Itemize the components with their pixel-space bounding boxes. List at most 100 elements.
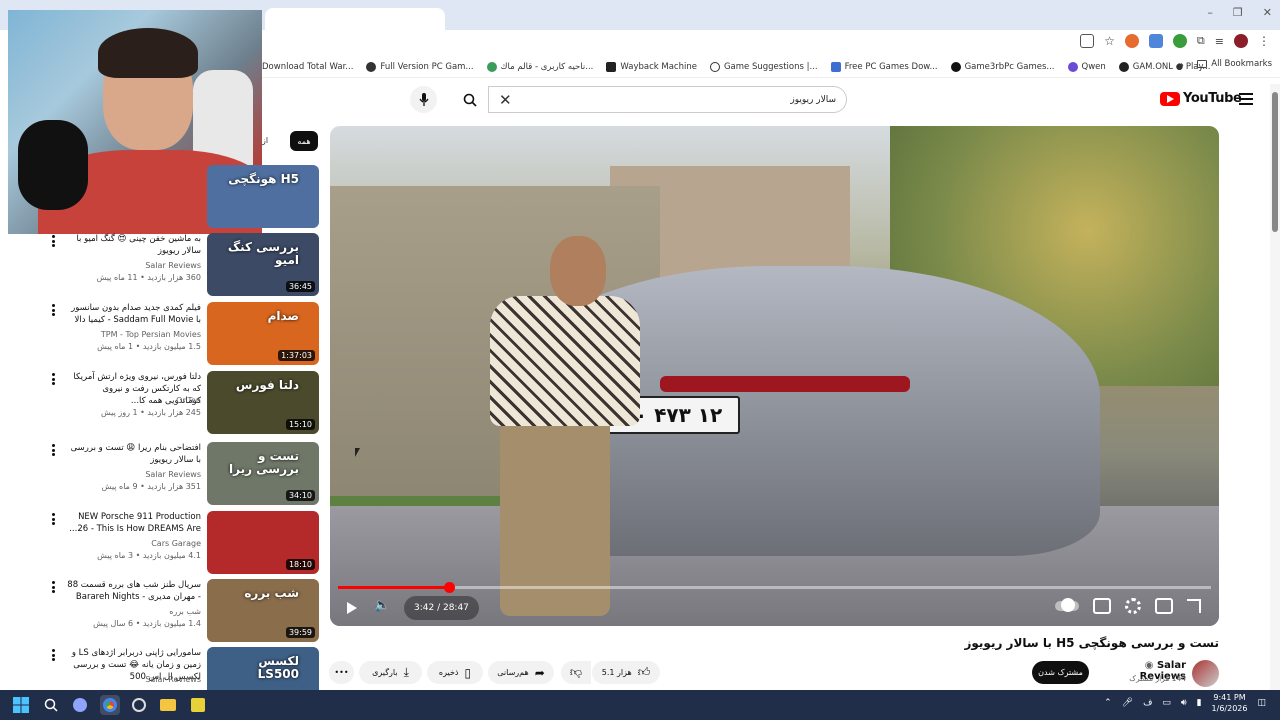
extension-icon-2[interactable] [1148,34,1163,48]
browser-menu-icon[interactable]: ⋮ [1258,34,1270,48]
profile-avatar[interactable] [1234,34,1248,48]
minimize-icon[interactable]: – [1207,6,1213,19]
related-video-title[interactable]: افتضاحی بنام ریرا 😩 تست و بررسی با سالار… [66,442,201,466]
clock[interactable]: 9:41 PM 1/6/2026 [1212,692,1248,714]
taskbar-app-icon[interactable] [70,695,90,715]
more-options-icon[interactable] [52,304,56,316]
bookmark-item[interactable]: Game Suggestions |... [709,61,818,72]
bookmark-item[interactable]: Free PC Games Dow... [830,61,938,72]
fullscreen-icon[interactable] [1187,599,1201,613]
subscribe-button[interactable]: مشترک شدن [1032,661,1089,684]
video-thumbnail[interactable]: 18:10 [207,511,319,574]
related-video-channel[interactable]: شب برره [66,607,201,616]
chrome-icon[interactable] [100,695,120,715]
scrollbar-thumb[interactable] [1272,92,1278,232]
bookmark-star-icon[interactable]: ☆ [1104,34,1115,48]
like-button[interactable]: 5.1 هزار 👍︎ [592,661,660,684]
volume-icon[interactable]: 🔈 [374,598,396,618]
more-options-icon[interactable] [52,513,56,525]
browser-tab[interactable] [265,8,445,30]
bookmark-item[interactable]: Full Version PC Gam... [366,61,474,72]
battery-icon[interactable]: ▮ [1197,698,1202,708]
download-button[interactable]: بارگیری ⤓ [359,661,422,684]
related-video-channel[interactable]: Cars Garage [66,539,201,548]
related-video-item[interactable]: NEW Porsche 911 Production 26 - This Is … [0,511,322,579]
dislike-button[interactable]: 👎︎ [561,661,591,684]
related-video-title[interactable]: فیلم کمدی جدید صدام بدون سانسور با Sadda… [66,302,201,326]
related-video-item[interactable]: به ماشین خفن چینی 😍 گنگ امیو با سالار ری… [0,233,322,301]
related-video-channel[interactable]: TPM - Top Persian Movies [66,330,201,339]
bookmarks-overflow-icon[interactable]: » [1178,60,1184,71]
related-video-item[interactable]: سریال طنز شب های برره قسمت 88 - مهران مد… [0,579,322,647]
thumbnail-text: صدام [267,309,299,323]
youtube-logo[interactable]: YouTube [1160,91,1242,106]
clear-search-icon[interactable]: ✕ [499,91,512,109]
progress-bar[interactable] [338,582,1211,593]
video-thumbnail[interactable]: شب برره 39:59 [207,579,319,642]
taskbar-search-icon[interactable] [41,695,61,715]
progress-scrubber[interactable] [443,582,455,593]
extension-icon-3[interactable] [1172,34,1187,48]
all-bookmarks-button[interactable]: All Bookmarks [1197,59,1272,69]
tray-overflow-icon[interactable]: ⌃ [1104,698,1112,708]
related-video-item[interactable]: دلتا فورس، نیروی ویژه ارتش آمریکا که به … [0,371,322,439]
install-icon[interactable] [1080,34,1095,48]
guide-menu-icon[interactable] [1239,93,1253,105]
related-video-item[interactable]: افتضاحی بنام ریرا 😩 تست و بررسی با سالار… [0,442,322,510]
more-options-icon[interactable] [52,649,56,661]
file-explorer-icon[interactable] [158,695,178,715]
related-video-title[interactable]: به ماشین خفن چینی 😍 گنگ امیو با سالار ری… [66,233,201,257]
close-icon[interactable]: ✕ [1263,6,1272,19]
bookmark-item[interactable]: Wayback Machine [606,61,697,72]
bookmark-item[interactable]: Download Total War... [262,62,353,72]
search-input[interactable]: ✕ سالار ریویوز [488,86,847,113]
autoplay-toggle[interactable] [1055,598,1079,612]
notification-icon[interactable]: ◫ [1257,698,1266,708]
related-video-title[interactable]: سریال طنز شب های برره قسمت 88 - مهران مد… [66,579,201,603]
speaker-icon[interactable]: 🔊︎ [1181,698,1187,708]
video-thumbnail[interactable]: دلتا فورس 15:10 [207,371,319,434]
more-options-icon[interactable] [52,444,56,456]
video-thumbnail[interactable]: بررسی کنگ امیو 36:45 [207,233,319,296]
subtitles-icon[interactable] [1093,598,1111,614]
extension-icon[interactable] [1124,34,1139,48]
windows-start-icon[interactable] [11,695,31,715]
related-video-item[interactable]: فیلم کمدی جدید صدام بدون سانسور با Sadda… [0,302,322,370]
more-options-icon[interactable] [52,373,56,385]
more-actions-button[interactable]: ••• [329,661,354,684]
voice-search-button[interactable] [410,86,437,113]
language-indicator[interactable]: ف [1143,698,1152,708]
video-thumbnail[interactable]: تست و بررسی ریرا 34:10 [207,442,319,505]
video-player[interactable]: ۱۲ ۴۷۳ ۵۰ 🔈 3:42 / 28:47 [330,126,1219,626]
more-options-icon[interactable] [52,235,56,247]
more-options-icon[interactable] [52,581,56,593]
related-video-channel[interactable]: Salar Reviews [66,261,201,270]
search-button[interactable] [452,86,488,113]
settings-gear-icon[interactable] [1125,598,1141,614]
taskbar-app-icon-2[interactable] [129,695,149,715]
related-video-channel[interactable]: OnTen [66,396,201,405]
media-icon[interactable]: ≡ [1215,35,1224,48]
related-video-top[interactable]: هونگچی H5 [0,165,322,233]
video-thumbnail[interactable]: صدام 1:37:03 [207,302,319,365]
play-icon[interactable] [342,598,362,618]
bookmark-item[interactable]: ناحیه کاربری - قالم ماك... [486,61,593,72]
save-button[interactable]: ذخیره ▯ [427,661,483,684]
miniplayer-icon[interactable] [1155,598,1173,614]
bookmark-label: Game3rbPc Games... [964,61,1055,72]
channel-avatar[interactable] [1192,660,1219,687]
video-thumbnail[interactable]: هونگچی H5 [207,165,319,228]
chip-from-channel[interactable]: از [262,131,268,145]
chip-all[interactable]: همه [290,131,318,151]
maximize-icon[interactable]: ❐ [1233,6,1243,19]
bookmark-item[interactable]: Game3rbPc Games... [950,61,1055,72]
puzzle-icon[interactable]: ⧉ [1197,34,1205,48]
taskbar-app-icon-3[interactable] [188,695,208,715]
network-icon[interactable]: ▭ [1162,698,1171,708]
tray-mic-icon[interactable]: 🎤︎ [1122,698,1133,708]
related-video-channel[interactable]: Salar Reviews [66,675,201,684]
related-video-title[interactable]: NEW Porsche 911 Production 26 - This Is … [66,511,201,535]
related-video-channel[interactable]: Salar Reviews [66,470,201,479]
share-button[interactable]: هم‌رسانی ➦ [488,661,554,684]
bookmark-item[interactable]: Qwen [1067,61,1106,72]
